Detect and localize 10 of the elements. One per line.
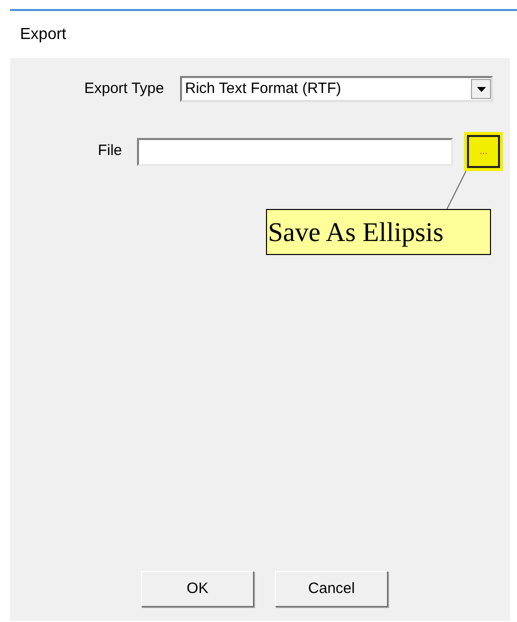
export-type-dropdown[interactable]: Rich Text Format (RTF) <box>180 76 493 102</box>
browse-button[interactable]: ... <box>467 135 500 168</box>
window-title: Export <box>20 24 66 44</box>
cancel-button[interactable]: Cancel <box>275 571 388 607</box>
export-type-label: Export Type <box>83 78 164 99</box>
ok-button[interactable]: OK <box>141 571 254 607</box>
leader-line <box>446 171 467 209</box>
file-label: File <box>96 141 122 162</box>
file-input-field[interactable] <box>137 138 453 166</box>
callout-label: Save As Ellipsis <box>266 209 491 255</box>
